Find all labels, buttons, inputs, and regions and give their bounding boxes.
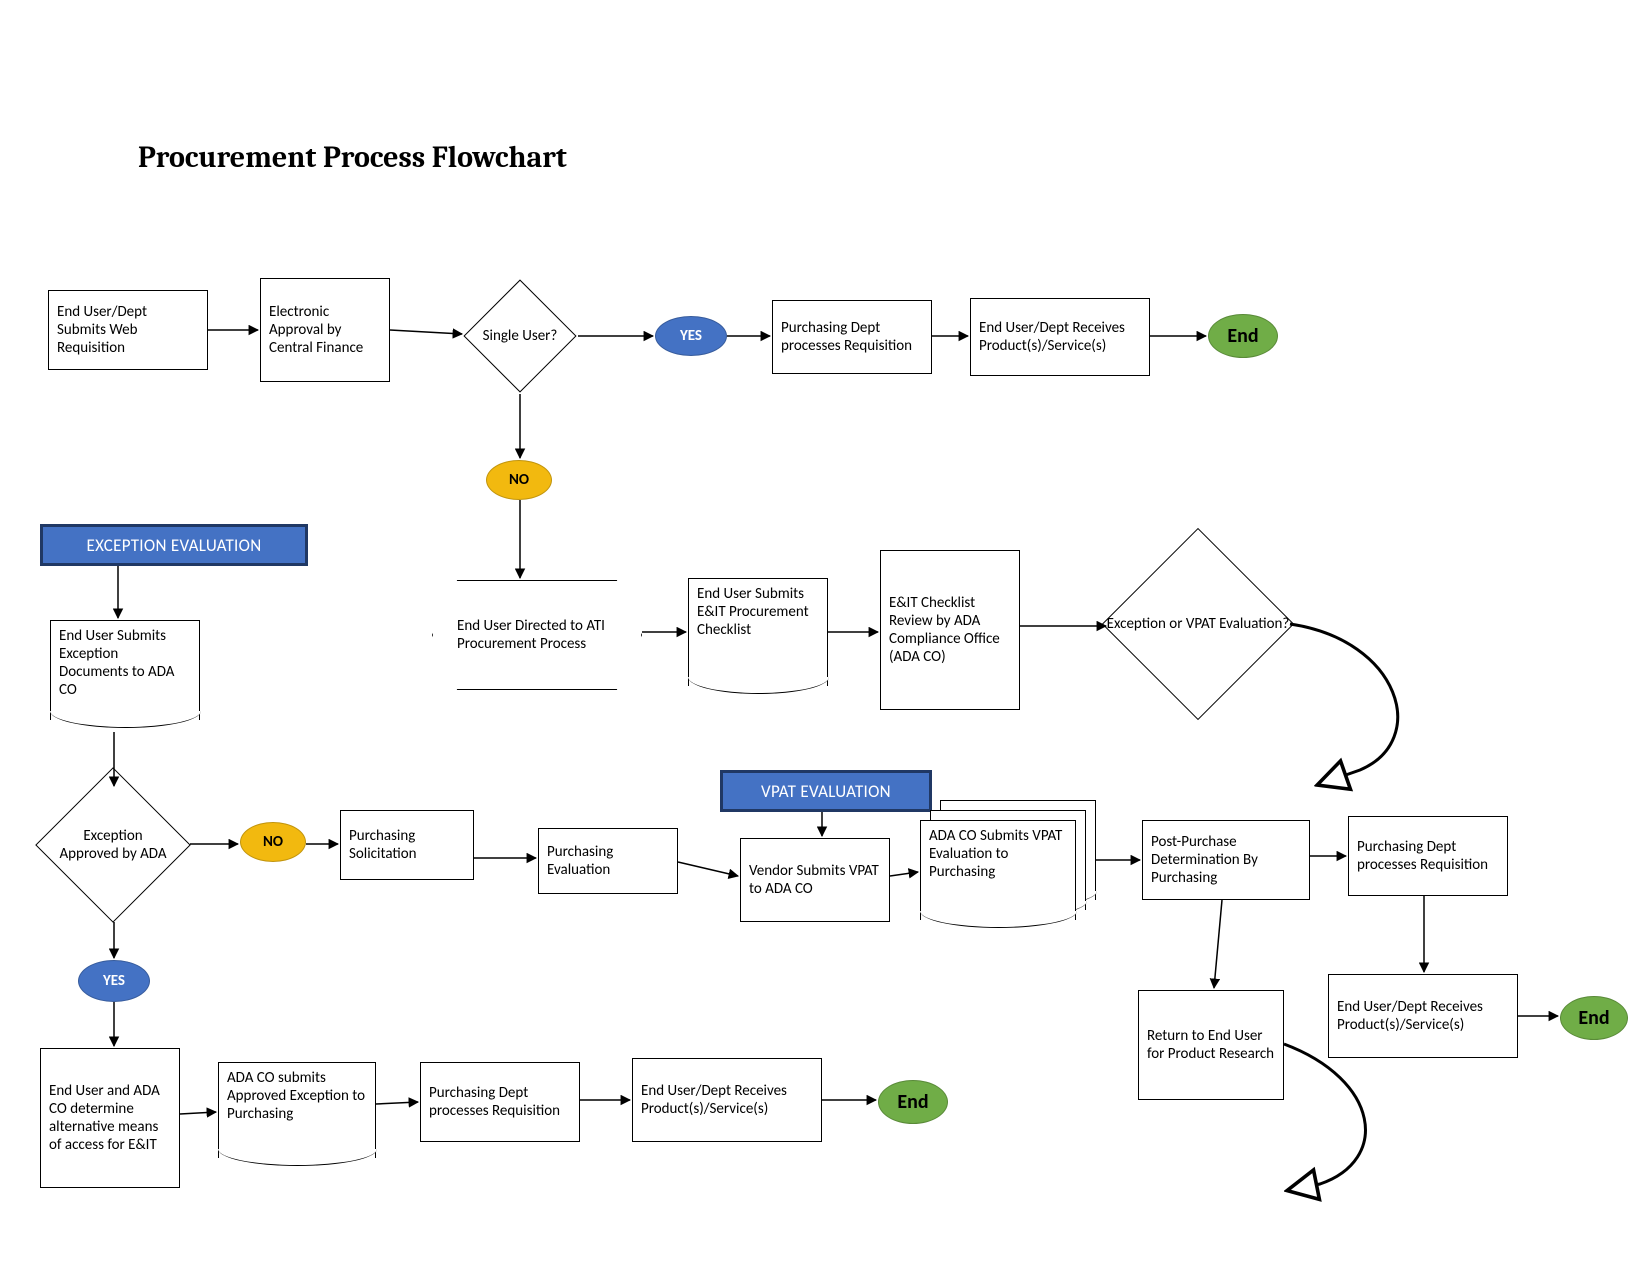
- label: Purchasing Dept processes Requisition: [1357, 838, 1499, 874]
- decision-exception-approved: Exception Approved by ADA: [35, 767, 191, 923]
- branch-yes: YES: [655, 316, 727, 356]
- node-receives-3: End User/Dept Receives Product(s)/Servic…: [1328, 974, 1518, 1058]
- label: Exception or VPAT Evaluation?: [1104, 615, 1292, 633]
- label: End User/Dept Receives Product(s)/Servic…: [641, 1082, 813, 1118]
- label: E&IT Checklist Review by ADA Compliance …: [889, 594, 1011, 666]
- branch-yes-2: YES: [78, 960, 150, 1002]
- label: Return to End User for Product Research: [1147, 1027, 1275, 1063]
- node-ada-submits-vpat: ADA CO Submits VPAT Evaluation to Purcha…: [920, 800, 1100, 920]
- branch-no-2: NO: [240, 822, 306, 862]
- node-return-to-user: Return to End User for Product Research: [1138, 990, 1284, 1100]
- node-dept-processes-3: Purchasing Dept processes Requisition: [1348, 816, 1508, 896]
- node-checklist-review: E&IT Checklist Review by ADA Compliance …: [880, 550, 1020, 710]
- label: End User and ADA CO determine alternativ…: [49, 1082, 171, 1154]
- page-title: Procurement Process Flowchart: [138, 140, 567, 175]
- label: End User/Dept Submits Web Requisition: [57, 303, 199, 357]
- label: Purchasing Evaluation: [547, 843, 669, 879]
- label: ADA CO Submits VPAT Evaluation to Purcha…: [929, 827, 1062, 881]
- node-ati-process: End User Directed to ATI Procurement Pro…: [432, 580, 642, 690]
- terminator-end-1: End: [1208, 314, 1278, 358]
- label: Single User?: [465, 327, 574, 345]
- node-receives-2: End User/Dept Receives Product(s)/Servic…: [632, 1058, 822, 1142]
- banner-vpat-evaluation: VPAT EVALUATION: [720, 770, 932, 812]
- label: End User/Dept Receives Product(s)/Servic…: [979, 319, 1141, 355]
- node-eit-checklist: End User Submits E&IT Procurement Checkl…: [688, 578, 828, 686]
- node-receives-1: End User/Dept Receives Product(s)/Servic…: [970, 298, 1150, 376]
- node-dept-processes-2: Purchasing Dept processes Requisition: [420, 1062, 580, 1142]
- label: Purchasing Dept processes Requisition: [781, 319, 923, 355]
- node-vendor-submits-vpat: Vendor Submits VPAT to ADA CO: [740, 838, 890, 922]
- label: End User Submits E&IT Procurement Checkl…: [697, 585, 809, 639]
- decision-single-user: Single User?: [463, 279, 576, 392]
- decision-exception-or-vpat: Exception or VPAT Evaluation?: [1102, 528, 1294, 720]
- label: Electronic Approval by Central Finance: [269, 303, 381, 357]
- branch-no-1: NO: [486, 460, 552, 500]
- label: End User Submits Exception Documents to …: [59, 627, 174, 699]
- label: End User/Dept Receives Product(s)/Servic…: [1337, 998, 1509, 1034]
- flowchart-canvas: Procurement Process Flowchart End User/D…: [0, 0, 1650, 1275]
- terminator-end-3: End: [1560, 996, 1628, 1040]
- label: Purchasing Solicitation: [349, 827, 465, 863]
- node-ada-submits-exception: ADA CO submits Approved Exception to Pur…: [218, 1062, 376, 1158]
- node-electronic-approval: Electronic Approval by Central Finance: [260, 278, 390, 382]
- node-purchasing-solicitation: Purchasing Solicitation: [340, 810, 474, 880]
- node-determine-alternative: End User and ADA CO determine alternativ…: [40, 1048, 180, 1188]
- label: Exception Approved by ADA: [59, 827, 167, 863]
- label: Post-Purchase Determination By Purchasin…: [1151, 833, 1301, 887]
- label: Vendor Submits VPAT to ADA CO: [749, 862, 881, 898]
- node-submit-web-requisition: End User/Dept Submits Web Requisition: [48, 290, 208, 370]
- label: Purchasing Dept processes Requisition: [429, 1084, 571, 1120]
- label: End User Directed to ATI Procurement Pro…: [447, 617, 627, 653]
- node-post-purchase-determination: Post-Purchase Determination By Purchasin…: [1142, 820, 1310, 900]
- banner-exception-evaluation: EXCEPTION EVALUATION: [40, 524, 308, 566]
- node-purchasing-evaluation: Purchasing Evaluation: [538, 828, 678, 894]
- node-purchasing-processes-1: Purchasing Dept processes Requisition: [772, 300, 932, 374]
- terminator-end-2: End: [878, 1080, 948, 1124]
- label: ADA CO submits Approved Exception to Pur…: [227, 1069, 365, 1123]
- node-submit-exception-docs: End User Submits Exception Documents to …: [50, 620, 200, 720]
